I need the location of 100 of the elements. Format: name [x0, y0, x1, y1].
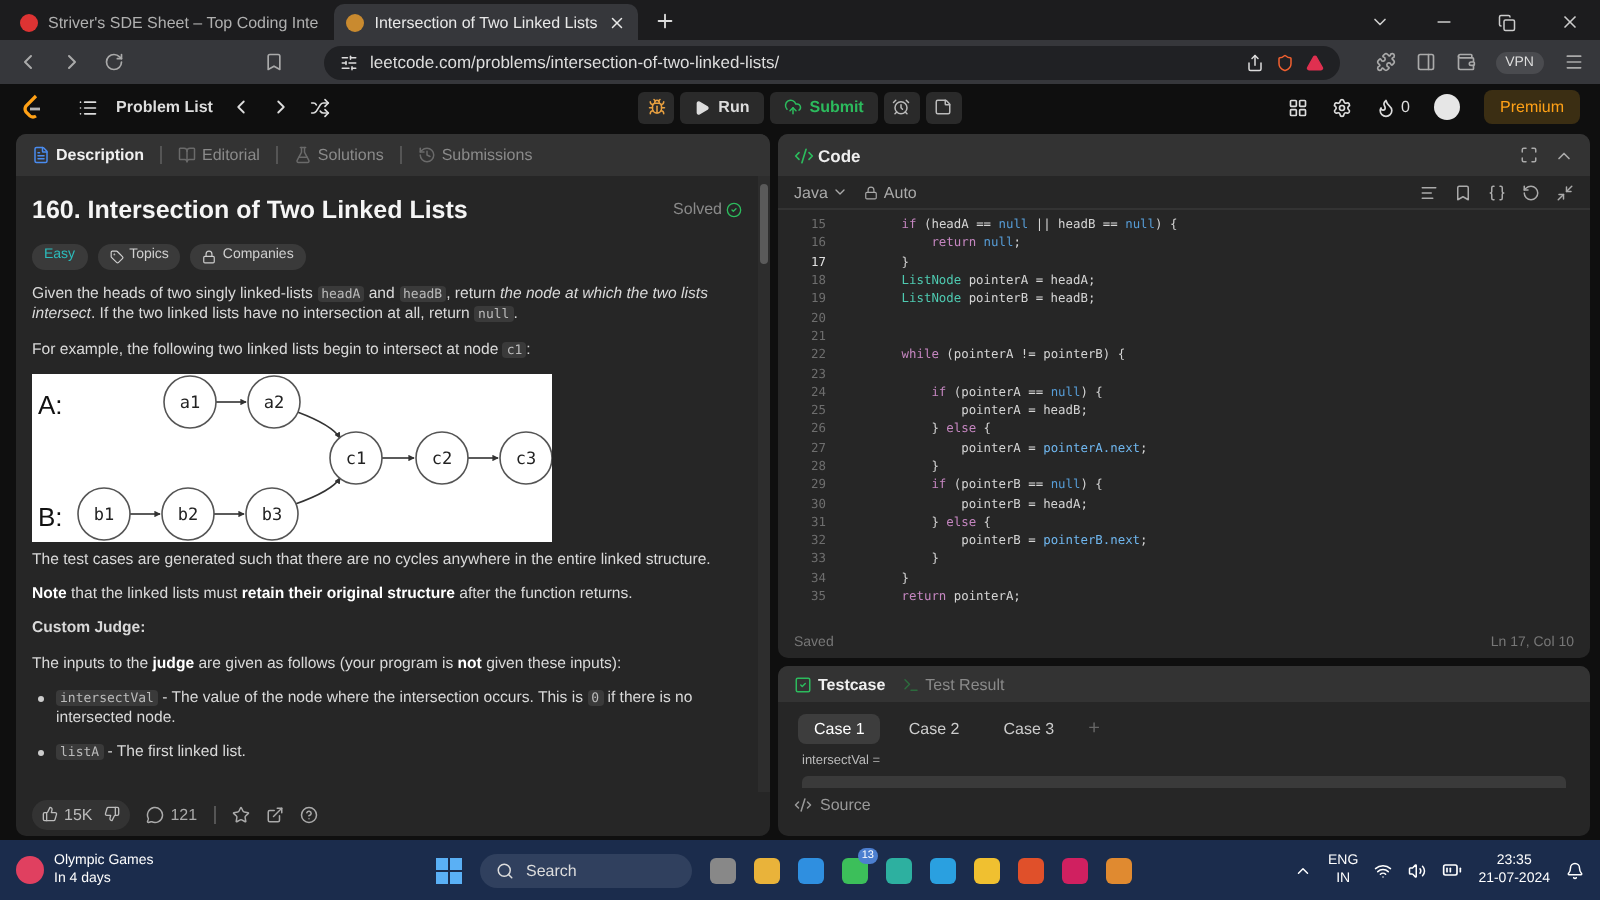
list-node: c2	[415, 430, 469, 485]
auto-mode[interactable]: Auto	[863, 183, 917, 201]
thumbs-up-icon	[42, 806, 58, 822]
star-icon[interactable]	[231, 805, 250, 823]
list-node: b3	[245, 486, 299, 541]
comment-count: 121	[170, 805, 198, 823]
braces-icon[interactable]	[1488, 183, 1506, 201]
reset-icon[interactable]	[1522, 183, 1540, 201]
panel-tab[interactable]: Test Result	[901, 675, 1005, 693]
arrow	[296, 410, 341, 439]
taskbar-app-icon[interactable]	[974, 857, 1000, 883]
premium-button[interactable]: Premium	[1484, 90, 1581, 124]
comment-icon[interactable]	[146, 805, 165, 823]
list-node: b1	[77, 486, 131, 541]
tab-icon	[794, 675, 812, 693]
bullet-dot	[38, 749, 44, 756]
case-tab[interactable]: Case 3	[987, 714, 1071, 744]
scrollbar-thumb[interactable]	[760, 184, 768, 264]
source-button[interactable]: Source	[778, 788, 1590, 822]
taskbar-app-icon[interactable]	[754, 857, 780, 883]
avatar[interactable]	[1434, 94, 1460, 120]
solved-status: Solved	[673, 199, 742, 221]
reload-icon[interactable]	[104, 52, 124, 72]
wallet-icon[interactable]	[1455, 52, 1476, 72]
format-icon[interactable]	[1420, 183, 1438, 201]
expand-icon[interactable]	[1556, 183, 1574, 201]
case-tab[interactable]: Case 1	[798, 714, 881, 744]
list-icon[interactable]	[78, 97, 98, 117]
notes-button[interactable]	[925, 91, 962, 123]
triangle-icon[interactable]	[1305, 53, 1324, 71]
submit-button[interactable]: Submit	[769, 91, 878, 123]
shuffle-icon[interactable]	[310, 97, 331, 117]
settings-icon[interactable]	[1331, 97, 1352, 117]
case-tab[interactable]: Case 2	[892, 714, 976, 744]
bug-icon	[647, 98, 666, 116]
menu-icon[interactable]	[1564, 52, 1584, 72]
close-icon[interactable]	[1560, 12, 1580, 32]
flame-icon	[1375, 97, 1396, 117]
favicon-icon	[20, 13, 38, 31]
list-label: B:	[38, 501, 63, 532]
arrow	[294, 476, 341, 505]
taskbar-app-icon[interactable]	[842, 857, 868, 883]
panel-tab[interactable]: Editorial	[178, 146, 260, 164]
bookmark-icon[interactable]	[264, 52, 284, 72]
taskbar-app-icon[interactable]	[710, 857, 736, 883]
tab-icon	[417, 146, 436, 164]
logo-icon	[20, 94, 44, 120]
taskbar-app-icon[interactable]	[930, 857, 956, 883]
share-icon[interactable]	[1245, 53, 1264, 71]
share-icon[interactable]	[265, 805, 284, 823]
debug-button[interactable]	[638, 91, 675, 123]
list-node: c1	[329, 430, 383, 485]
start-icon[interactable]	[436, 857, 462, 883]
arrow	[381, 454, 415, 461]
cloud-upload-icon	[783, 98, 802, 116]
note-icon	[934, 98, 953, 116]
problem-list-link[interactable]: Problem List	[116, 98, 213, 116]
sidebar-icon[interactable]	[1415, 52, 1436, 72]
run-button[interactable]: Run	[680, 91, 764, 123]
tag-icon	[109, 250, 124, 264]
list-node: a1	[163, 374, 217, 429]
arrow	[213, 510, 245, 517]
restore-icon[interactable]	[1498, 13, 1516, 31]
shield-icon[interactable]	[1275, 53, 1294, 71]
taskbar-app-icon[interactable]	[886, 857, 912, 883]
volume-icon[interactable]	[1408, 861, 1427, 879]
panel-tab[interactable]: Testcase	[794, 675, 886, 693]
search-field[interactable]: Search	[480, 853, 692, 887]
thumbs-down-icon	[104, 806, 121, 822]
search-icon	[496, 861, 514, 879]
like-button[interactable]: 15K	[32, 799, 131, 829]
language-dropdown[interactable]: Java	[794, 183, 848, 201]
browser-tab[interactable]: Intersection of Two Linked Lists	[334, 4, 638, 40]
list-node: a2	[247, 374, 301, 429]
address-bar[interactable]: leetcode.com/problems/intersection-of-two-linked-lists/	[324, 45, 1340, 79]
panel-tab[interactable]: Description	[32, 146, 145, 164]
taskbar-app-icon[interactable]	[1018, 857, 1044, 883]
grid-icon[interactable]	[1287, 97, 1308, 117]
lock-icon	[202, 250, 217, 264]
battery-icon[interactable]	[1442, 860, 1463, 880]
panel-tab[interactable]: Submissions	[417, 146, 533, 164]
timer-button[interactable]	[883, 91, 920, 123]
taskbar-app-icon[interactable]	[1106, 857, 1132, 883]
close-icon[interactable]	[607, 13, 626, 31]
arrow	[467, 454, 499, 461]
taskbar-app-icon[interactable]	[798, 857, 824, 883]
fullscreen-icon[interactable]	[1520, 146, 1538, 164]
notification-icon[interactable]	[1566, 861, 1584, 879]
wifi-icon[interactable]	[1374, 861, 1393, 879]
bookmark-icon[interactable]	[1454, 183, 1472, 201]
tab-icon	[901, 675, 920, 693]
bullet-dot	[38, 696, 44, 703]
list-node: c3	[499, 430, 552, 485]
help-icon[interactable]	[299, 805, 318, 823]
browser-tab[interactable]: Striver's SDE Sheet – Top Coding Inte	[8, 4, 331, 40]
alarm-clock-icon	[892, 98, 911, 116]
extensions-icon[interactable]	[1375, 52, 1396, 72]
check-circle-icon	[726, 201, 742, 218]
panel-tab[interactable]: Solutions	[293, 146, 384, 164]
new-tab-icon[interactable]	[653, 10, 676, 32]
